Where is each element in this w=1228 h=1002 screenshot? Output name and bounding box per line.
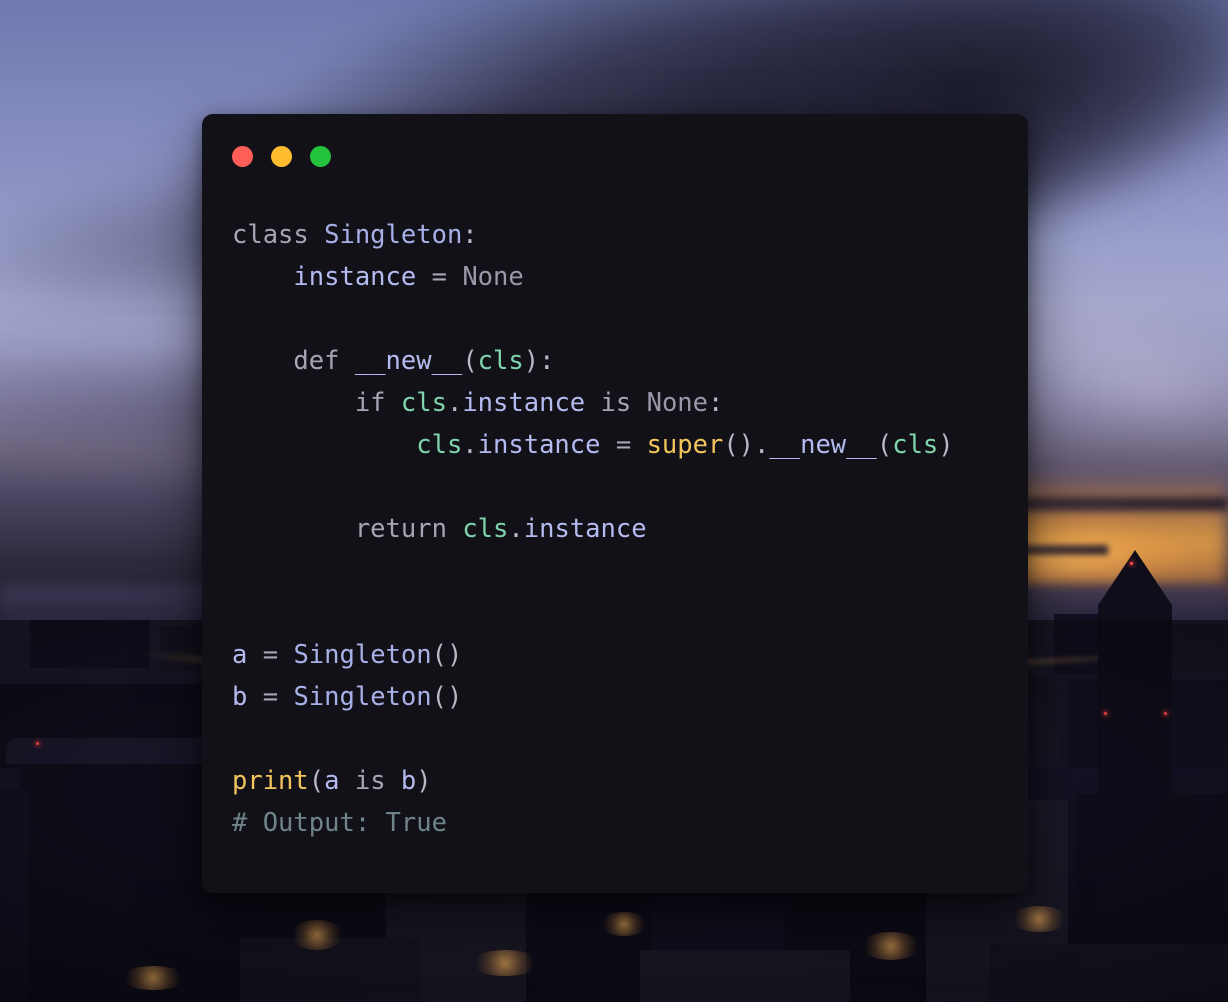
aviation-light-4 — [1104, 712, 1107, 715]
code-line-12: b = Singleton() — [232, 676, 998, 718]
token-attr-instance: instance — [293, 262, 417, 292]
token-keyword-is-1: is — [600, 388, 632, 418]
token-function-super: super — [646, 430, 724, 460]
token-dot-2: . — [462, 430, 478, 460]
code-line-5: if cls.instance is None: — [232, 382, 998, 424]
token-paren-close-colon: ): — [523, 346, 555, 376]
token-var-a-ref: a — [324, 766, 340, 796]
window-traffic-lights — [232, 146, 331, 167]
token-paren-close-3: ) — [416, 766, 432, 796]
token-paren-close-2: ) — [938, 430, 954, 460]
token-class-call-2: Singleton — [293, 682, 432, 712]
token-cls-ref-3: cls — [462, 514, 509, 544]
token-operator-assign-2: = — [615, 430, 632, 460]
token-dot-1: . — [446, 388, 463, 418]
aviation-light-3 — [1130, 562, 1133, 565]
code-line-7-blank — [232, 466, 998, 508]
token-cls-ref-2: cls — [416, 430, 463, 460]
token-keyword-return: return — [354, 514, 447, 544]
code-line-9-blank — [232, 550, 998, 592]
code-block[interactable]: class Singleton: instance = None def __n… — [232, 214, 998, 844]
code-line-11: a = Singleton() — [232, 634, 998, 676]
maximize-button[interactable] — [310, 146, 331, 167]
code-line-1: class Singleton: — [232, 214, 998, 256]
token-instance-ref-2: instance — [477, 430, 601, 460]
token-instance-ref-3: instance — [523, 514, 647, 544]
building-distant-1 — [30, 620, 150, 668]
rooftop-row-2 — [640, 950, 850, 1002]
token-paren-open-3: ( — [308, 766, 325, 796]
token-call-parens: (). — [723, 430, 770, 460]
close-button[interactable] — [232, 146, 253, 167]
street-glow-5 — [1010, 906, 1068, 932]
aviation-light-5 — [1164, 712, 1167, 715]
token-class-call-1: Singleton — [293, 640, 432, 670]
token-call-parens-2: () — [431, 640, 463, 670]
window-titlebar[interactable] — [202, 114, 1028, 196]
code-line-2: instance = None — [232, 256, 998, 298]
token-cls-ref-1: cls — [400, 388, 447, 418]
aviation-light-1 — [36, 742, 39, 745]
token-paren-open: ( — [462, 346, 478, 376]
code-line-4: def __new__(cls): — [232, 340, 998, 382]
street-glow-1 — [290, 920, 344, 950]
street-glow-2 — [470, 950, 540, 976]
token-class-name-singleton: Singleton — [324, 220, 463, 250]
code-line-14: print(a is b) — [232, 760, 998, 802]
token-keyword-is-2: is — [354, 766, 386, 796]
token-operator-assign: = — [431, 262, 447, 292]
token-dot-3: . — [508, 514, 524, 544]
token-var-b: b — [232, 682, 248, 712]
token-method-new: __new__ — [354, 346, 463, 376]
token-keyword-def: def — [293, 346, 340, 376]
code-line-13-blank — [232, 718, 998, 760]
rooftop-row-3 — [990, 944, 1228, 1002]
building-foreground-far-left — [0, 788, 28, 1002]
token-function-print: print — [232, 766, 309, 796]
token-keyword-class: class — [232, 220, 309, 250]
code-snippet-window: class Singleton: instance = None def __n… — [202, 114, 1028, 893]
token-call-parens-3: () — [431, 682, 463, 712]
street-glow-4 — [860, 932, 922, 960]
token-var-b-ref: b — [400, 766, 417, 796]
code-line-8: return cls.instance — [232, 508, 998, 550]
token-cls-arg: cls — [892, 430, 939, 460]
cloud-light-right-lower — [1001, 283, 1228, 487]
token-none-literal-2: None — [646, 388, 709, 418]
token-var-a: a — [232, 640, 248, 670]
token-method-new-2: __new__ — [769, 430, 877, 460]
token-param-cls: cls — [477, 346, 524, 376]
token-colon-2: : — [708, 388, 724, 418]
street-glow-3 — [600, 912, 648, 936]
code-editor-area[interactable]: class Singleton: instance = None def __n… — [202, 196, 1028, 844]
token-instance-ref-1: instance — [462, 388, 586, 418]
token-operator-assign-3: = — [262, 640, 279, 670]
token-keyword-if: if — [354, 388, 386, 418]
token-operator-assign-4: = — [262, 682, 279, 712]
token-none-literal: None — [462, 262, 524, 292]
code-line-10-blank — [232, 592, 998, 634]
code-line-15: # Output: True — [232, 802, 998, 844]
token-colon: : — [462, 220, 478, 250]
code-line-3-blank — [232, 298, 998, 340]
minimize-button[interactable] — [271, 146, 292, 167]
code-line-6: cls.instance = super().__new__(cls) — [232, 424, 998, 466]
token-comment-output: # Output: True — [232, 808, 447, 838]
token-paren-open-2: ( — [876, 430, 893, 460]
street-glow-6 — [120, 966, 186, 990]
